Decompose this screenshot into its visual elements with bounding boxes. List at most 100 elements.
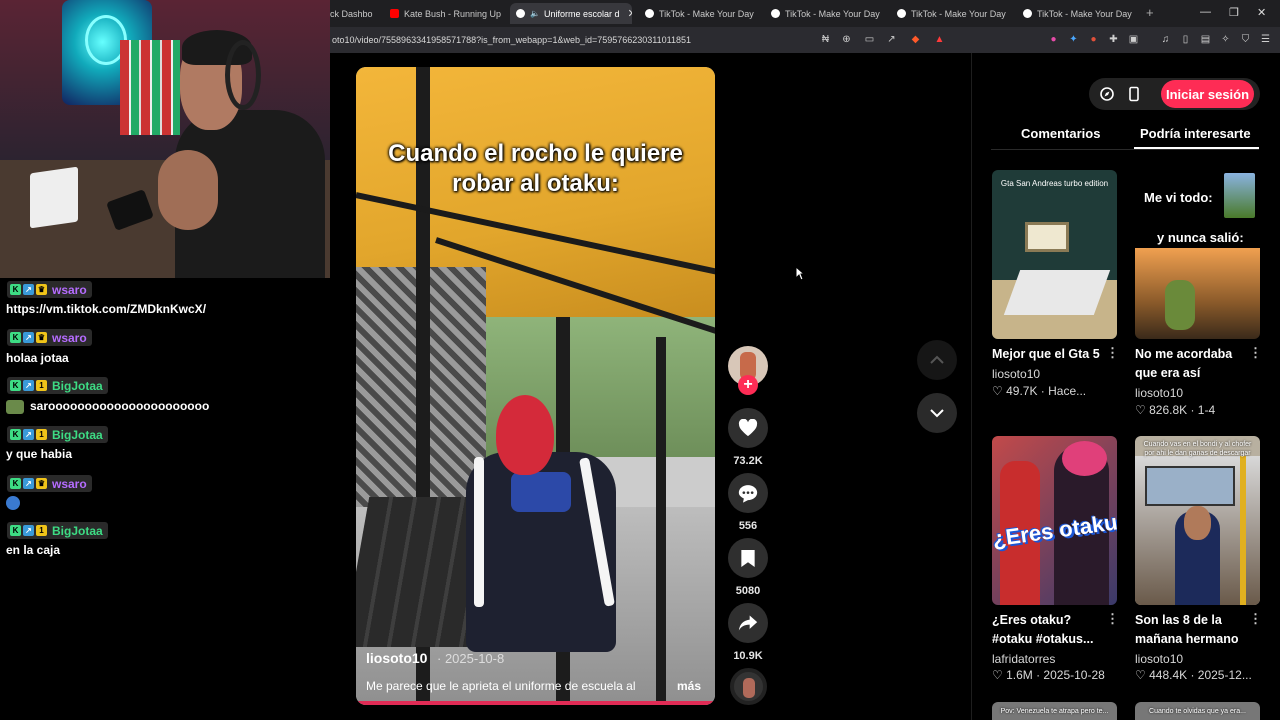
video-card-title[interactable]: Mejor que el Gta 5 xyxy=(992,345,1104,364)
crown-icon: ♛ xyxy=(36,284,47,295)
music-disc[interactable] xyxy=(730,668,767,705)
tab-dashboard[interactable]: ck Dashbo xyxy=(330,3,382,24)
tab-kate-bush[interactable]: Kate Bush - Running Up Th xyxy=(390,3,502,24)
video-player[interactable]: Cuando el rocho le quiere robar al otaku… xyxy=(356,67,715,705)
more-options-icon[interactable]: ⋮ xyxy=(1249,345,1262,361)
url-text[interactable]: oto10/video/7558963341958571788?is_from_… xyxy=(332,35,691,45)
tab-tiktok-3[interactable]: TikTok - Make Your Day xyxy=(897,3,1009,24)
new-tab-icon[interactable]: + xyxy=(1146,5,1154,20)
video-caption: Cuando el rocho le quiere robar al otaku… xyxy=(356,139,715,199)
video-card-author[interactable]: liosoto10 xyxy=(1135,386,1183,400)
thumbnail-caption: Cuando vas en el bondi y al chofer por a… xyxy=(1143,441,1252,457)
video-card-thumbnail[interactable]: Cuando te olvidas que ya era... xyxy=(1135,702,1260,720)
tab-uniforme-escolar[interactable]: 🔈 Uniforme escolar d ✕ xyxy=(510,3,632,24)
badge-icon: K xyxy=(10,525,21,536)
chat-message: en la caja xyxy=(6,543,61,557)
video-description: Me parece que le aprieta el uniforme de … xyxy=(366,679,636,693)
tab-tiktok-1[interactable]: TikTok - Make Your Day xyxy=(645,3,757,24)
video-date: · 2025-10-8 xyxy=(437,651,505,666)
maximize-icon[interactable]: ❐ xyxy=(1229,6,1239,19)
video-card-thumbnail[interactable]: Gta San Andreas turbo edition xyxy=(992,170,1117,339)
comment-count: 556 xyxy=(738,520,758,532)
sidebar-icon[interactable]: ▯ xyxy=(1180,34,1191,45)
heart-icon xyxy=(738,419,758,437)
video-card-title[interactable]: ¿Eres otaku? #otaku #otakus... xyxy=(992,611,1104,649)
rewards-icon[interactable]: ▲ xyxy=(934,34,945,45)
subscriber-badge-icon: 1 xyxy=(36,429,47,440)
video-progress-bar[interactable] xyxy=(356,701,715,705)
next-video-button[interactable] xyxy=(917,393,957,433)
tab-tiktok-2[interactable]: TikTok - Make Your Day xyxy=(771,3,883,24)
tab-tiktok-4[interactable]: TikTok - Make Your Day xyxy=(1023,3,1135,24)
tab-comments[interactable]: Comentarios xyxy=(1021,126,1100,141)
share-icon[interactable]: ↗ xyxy=(886,34,897,45)
comment-icon xyxy=(738,484,758,503)
video-card-stats: ♡ 49.7K · Hace... xyxy=(992,384,1087,398)
brave-shield-icon[interactable]: ◆ xyxy=(910,34,921,45)
subscriber-badge-icon: 1 xyxy=(36,525,47,536)
video-card-thumbnail[interactable]: Cuando vas en el bondi y al chofer por a… xyxy=(1135,436,1260,605)
more-options-icon[interactable]: ⋮ xyxy=(1249,611,1262,627)
emote-icon xyxy=(6,399,24,414)
tiktok-icon xyxy=(897,9,906,18)
video-card-thumbnail[interactable]: Pov: Venezuela te atrapa pero te... xyxy=(992,702,1117,720)
video-card-author[interactable]: liosoto10 xyxy=(992,367,1040,381)
more-options-icon[interactable]: ⋮ xyxy=(1106,345,1119,361)
like-count: 73.2K xyxy=(733,455,763,467)
previous-video-button[interactable] xyxy=(917,340,957,380)
wallet-icon[interactable]: ▤ xyxy=(1200,34,1211,45)
thumbnail-caption: Me vi todo: xyxy=(1144,190,1213,205)
close-window-icon[interactable]: ✕ xyxy=(1257,6,1266,19)
video-card-author[interactable]: lafridatorres xyxy=(992,652,1055,666)
video-card-title[interactable]: Son las 8 de la mañana hermano xyxy=(1135,611,1247,649)
follow-button[interactable]: + xyxy=(738,375,758,395)
tab-label: TikTok - Make Your Day xyxy=(911,8,1006,19)
video-card-thumbnail[interactable]: Me vi todo: y nunca salió: xyxy=(1135,170,1260,339)
leo-icon[interactable]: ✧ xyxy=(1220,34,1231,45)
compass-icon[interactable] xyxy=(1099,86,1115,102)
tab-label: Uniforme escolar d xyxy=(543,8,620,19)
chat-username-badge: K ↗ ♛ wsaro xyxy=(7,329,92,346)
chat-message: https://vm.tiktok.com/ZMDknKwcX/ xyxy=(6,302,207,316)
active-tab-indicator xyxy=(1134,147,1259,149)
more-button[interactable]: más xyxy=(677,679,701,693)
extension-1-icon[interactable]: ● xyxy=(1048,34,1059,45)
login-button[interactable]: Iniciar sesión xyxy=(1161,80,1254,108)
minimize-icon[interactable]: — xyxy=(1200,6,1211,18)
chevron-up-icon xyxy=(930,355,944,364)
like-button[interactable] xyxy=(728,408,768,448)
zoom-icon[interactable]: ⊕ xyxy=(841,34,852,45)
puzzle-icon[interactable]: ✚ xyxy=(1108,34,1119,45)
more-options-icon[interactable]: ⋮ xyxy=(1106,611,1119,627)
thumbnail-caption: y nunca salió: xyxy=(1157,230,1244,245)
chat-message: y que habia xyxy=(6,447,73,461)
badge-icon: ↗ xyxy=(23,429,34,440)
share-button[interactable] xyxy=(728,603,768,643)
video-card-title[interactable]: No me acordaba que era así xyxy=(1135,345,1247,383)
close-tab-icon[interactable]: ✕ xyxy=(628,7,633,20)
vpn-icon[interactable]: ⛉ xyxy=(1240,34,1251,45)
chat-username: BigJotaa xyxy=(52,378,103,393)
no-translate-icon[interactable]: ₦ xyxy=(820,34,831,45)
chat-message: saroooooooooooooooooooooo xyxy=(6,399,209,414)
video-author[interactable]: liosoto10 xyxy=(366,650,427,666)
comment-button[interactable] xyxy=(728,473,768,513)
webcam-overlay xyxy=(0,0,330,278)
tab-suggested[interactable]: Podría interesarte xyxy=(1140,126,1251,141)
chat-username-badge: K ↗ 1 BigJotaa xyxy=(7,522,108,539)
cast-icon[interactable]: ▭ xyxy=(864,34,875,45)
music-icon[interactable]: ♫ xyxy=(1160,34,1171,45)
video-card-author[interactable]: liosoto10 xyxy=(1135,652,1183,666)
screenshot-icon[interactable]: ▣ xyxy=(1128,34,1139,45)
phone-icon[interactable] xyxy=(1126,86,1142,102)
extension-2-icon[interactable]: ✦ xyxy=(1068,34,1079,45)
save-button[interactable] xyxy=(728,538,768,578)
badge-icon: K xyxy=(10,332,21,343)
video-card-thumbnail[interactable]: ¿Eres otaku? xyxy=(992,436,1117,605)
extension-3-icon[interactable]: ● xyxy=(1088,34,1099,45)
thumbnail-caption: Pov: Venezuela te atrapa pero te... xyxy=(1000,708,1109,715)
chat-username-badge: K ↗ ♛ wsaro xyxy=(7,475,92,492)
tiktok-icon xyxy=(516,9,525,18)
menu-icon[interactable]: ☰ xyxy=(1260,34,1271,45)
thumbnail-caption: Gta San Andreas turbo edition xyxy=(1000,179,1109,188)
